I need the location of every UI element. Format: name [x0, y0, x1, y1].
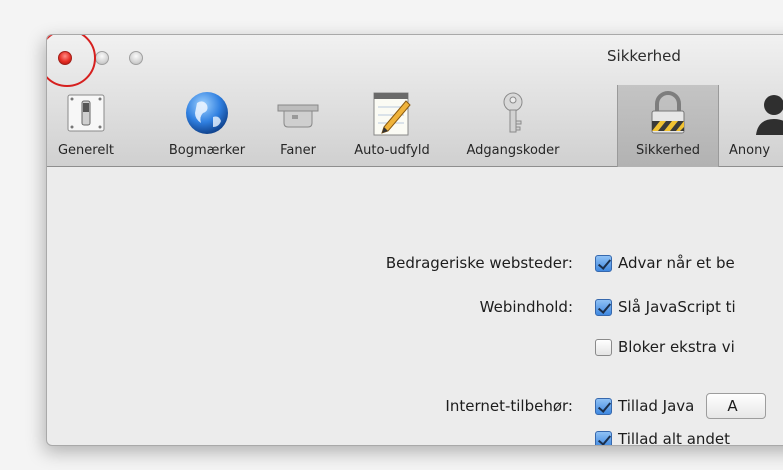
window-titlebar: Sikkerhed Generelt Bogmærker Faner Auto-… — [47, 35, 783, 167]
toolbar-item-sikkerhed[interactable]: Sikkerhed — [617, 85, 719, 167]
toolbar-label: Bogmærker — [168, 143, 246, 158]
toolbar-label: Anony — [729, 143, 771, 158]
toolbar-label: Generelt — [57, 143, 115, 158]
pencil-notepad-icon — [368, 89, 416, 137]
toolbar-item-bogmaerker[interactable]: Bogmærker — [155, 85, 259, 167]
web-content-label: Webindhold: — [479, 298, 573, 316]
fraud-label: Bedrageriske websteder: — [385, 254, 573, 272]
fraud-warning-option[interactable]: Advar når et be — [595, 252, 735, 274]
enable-javascript-checkbox[interactable] — [595, 298, 612, 316]
allow-java-text: Tillad Java — [618, 397, 695, 415]
enable-javascript-option[interactable]: Slå JavaScript ti — [595, 296, 736, 318]
toolbar-item-adgangskoder[interactable]: Adgangskoder — [449, 85, 577, 167]
toolbar-item-auto-udfyld[interactable]: Auto-udfyld — [337, 85, 447, 167]
block-popups-option[interactable]: Bloker ekstra vi — [595, 336, 735, 358]
allow-other-plugins-checkbox[interactable] — [595, 430, 612, 445]
preferences-window: Sikkerhed Generelt Bogmærker Faner Auto-… — [46, 34, 783, 446]
security-settings-pane: Bedrageriske websteder: Advar når et be … — [47, 168, 783, 445]
toolbar-label: Sikkerhed — [635, 143, 701, 158]
tabs-icon — [274, 89, 322, 137]
allow-java-option[interactable]: Tillad Java A — [595, 393, 767, 419]
fraud-warning-text: Advar når et be — [618, 254, 735, 272]
allow-other-plugins-text: Tillad alt andet — [618, 430, 731, 446]
switch-icon — [62, 89, 110, 137]
allow-other-plugins-option[interactable]: Tillad alt andet — [595, 428, 731, 446]
toolbar-item-anonym[interactable]: Anony — [723, 85, 783, 167]
allow-java-checkbox[interactable] — [595, 397, 612, 415]
window-title: Sikkerhed — [607, 47, 681, 65]
toolbar-item-generelt[interactable]: Generelt — [49, 85, 123, 167]
toolbar-label: Adgangskoder — [466, 143, 560, 158]
zoom-window-button[interactable] — [129, 51, 143, 65]
plugins-label: Internet-tilbehør: — [445, 397, 573, 415]
toolbar-item-faner[interactable]: Faner — [261, 85, 335, 167]
fraud-warning-checkbox[interactable] — [595, 254, 612, 272]
block-popups-checkbox[interactable] — [595, 338, 612, 356]
key-icon — [489, 89, 537, 137]
globe-icon — [183, 89, 231, 137]
enable-javascript-text: Slå JavaScript ti — [618, 298, 736, 316]
padlock-icon — [644, 89, 692, 137]
toolbar-label: Faner — [280, 143, 316, 158]
toolbar-label: Auto-udfyld — [354, 143, 430, 158]
minimize-window-button[interactable] — [95, 51, 109, 65]
java-settings-dropdown[interactable]: A — [706, 393, 767, 419]
silhouette-icon — [744, 89, 783, 137]
block-popups-text: Bloker ekstra vi — [618, 338, 735, 356]
